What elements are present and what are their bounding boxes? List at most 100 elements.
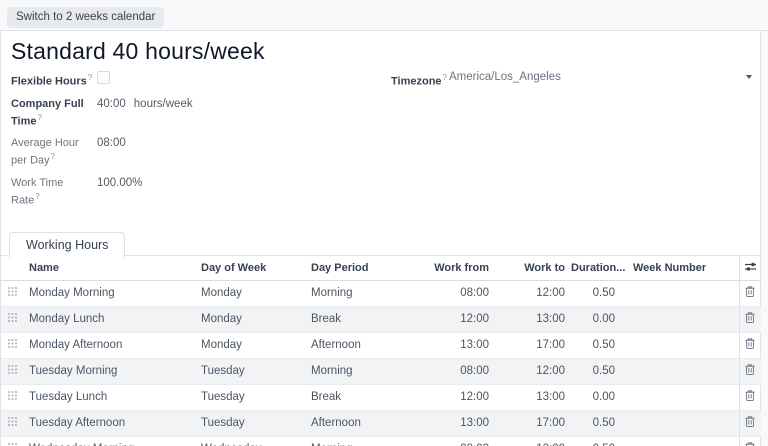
optional-columns-button[interactable] (744, 261, 757, 272)
cell-work-to[interactable]: 13:00 (491, 306, 567, 332)
delete-row-button[interactable] (744, 337, 756, 350)
cell-work-from[interactable]: 08:00 (423, 436, 491, 446)
cell-day-of-week[interactable]: Monday (193, 306, 303, 332)
cell-work-to[interactable]: 17:00 (491, 410, 567, 436)
help-icon: ? (51, 152, 55, 161)
cell-work-from[interactable]: 08:00 (423, 280, 491, 306)
cell-duration[interactable]: 0.00 (567, 306, 617, 332)
trash-icon (744, 337, 756, 350)
row-drag-handle[interactable] (1, 384, 21, 410)
column-header-duration[interactable]: Duration... (567, 256, 617, 281)
cell-name[interactable]: Monday Lunch (21, 306, 193, 332)
column-header-day-period[interactable]: Day Period (303, 256, 423, 281)
delete-row-button[interactable] (744, 441, 756, 446)
cell-day-period[interactable]: Morning (303, 280, 423, 306)
cell-duration[interactable]: 0.50 (567, 332, 617, 358)
table-row[interactable]: Tuesday MorningTuesdayMorning08:0012:000… (1, 358, 761, 384)
cell-week-number[interactable] (617, 384, 739, 410)
column-header-work-from[interactable]: Work from (423, 256, 491, 281)
cell-work-from[interactable]: 12:00 (423, 306, 491, 332)
table-row[interactable]: Monday LunchMondayBreak12:0013:000.00 (1, 306, 761, 332)
row-drag-handle[interactable] (1, 436, 21, 446)
cell-day-of-week[interactable]: Wednesday (193, 436, 303, 446)
field-work-time-rate: Work Time Rate? 100.00% (1, 177, 381, 208)
row-drag-handle[interactable] (1, 410, 21, 436)
cell-duration[interactable]: 0.50 (567, 280, 617, 306)
chevron-down-icon[interactable] (746, 75, 752, 79)
company-full-time-input[interactable]: 40:00 (97, 98, 126, 110)
cell-week-number[interactable] (617, 306, 739, 332)
cell-day-period[interactable]: Break (303, 384, 423, 410)
row-drag-handle[interactable] (1, 332, 21, 358)
column-header-day-of-week[interactable]: Day of Week (193, 256, 303, 281)
cell-work-from[interactable]: 12:00 (423, 384, 491, 410)
cell-day-of-week[interactable]: Monday (193, 332, 303, 358)
column-header-work-to[interactable]: Work to (491, 256, 567, 281)
flexible-hours-label: Flexible Hours? (11, 71, 93, 89)
cell-work-to[interactable]: 13:00 (491, 384, 567, 410)
field-timezone: Timezone? America/Los_Angeles (381, 71, 760, 89)
cell-day-of-week[interactable]: Monday (193, 280, 303, 306)
cell-name[interactable]: Tuesday Morning (21, 358, 193, 384)
help-icon: ? (35, 192, 39, 201)
table-row[interactable]: Tuesday LunchTuesdayBreak12:0013:000.00 (1, 384, 761, 410)
cell-duration[interactable]: 0.50 (567, 436, 617, 446)
row-drag-handle[interactable] (1, 280, 21, 306)
cell-work-from[interactable]: 13:00 (423, 332, 491, 358)
tab-working-hours[interactable]: Working Hours (9, 232, 125, 259)
work-time-rate-label: Work Time Rate? (11, 177, 93, 208)
drag-handle-icon (7, 312, 18, 323)
cell-day-period[interactable]: Morning (303, 436, 423, 446)
cell-day-period[interactable]: Morning (303, 358, 423, 384)
cell-week-number[interactable] (617, 280, 739, 306)
trash-icon (744, 285, 756, 298)
cell-name[interactable]: Monday Afternoon (21, 332, 193, 358)
delete-row-button[interactable] (744, 285, 756, 298)
column-header-name[interactable]: Name (21, 256, 193, 281)
status-bar: Switch to 2 weeks calendar (0, 0, 768, 31)
cell-duration[interactable]: 0.00 (567, 384, 617, 410)
table-row[interactable]: Tuesday AfternoonTuesdayAfternoon13:0017… (1, 410, 761, 436)
cell-week-number[interactable] (617, 358, 739, 384)
delete-row-button[interactable] (744, 389, 756, 402)
row-drag-handle[interactable] (1, 358, 21, 384)
drag-handle-icon (7, 338, 18, 349)
cell-name[interactable]: Tuesday Lunch (21, 384, 193, 410)
cell-week-number[interactable] (617, 410, 739, 436)
table-row[interactable]: Wednesday MorningWednesdayMorning08:0012… (1, 436, 761, 446)
cell-duration[interactable]: 0.50 (567, 358, 617, 384)
cell-work-from[interactable]: 08:00 (423, 358, 491, 384)
cell-week-number[interactable] (617, 436, 739, 446)
timezone-select[interactable]: America/Los_Angeles (449, 71, 561, 84)
cell-day-of-week[interactable]: Tuesday (193, 358, 303, 384)
cell-duration[interactable]: 0.50 (567, 410, 617, 436)
trash-icon (744, 389, 756, 402)
trash-icon (744, 441, 756, 446)
cell-work-to[interactable]: 12:00 (491, 280, 567, 306)
delete-row-button[interactable] (744, 415, 756, 428)
cell-work-from[interactable]: 13:00 (423, 410, 491, 436)
cell-work-to[interactable]: 12:00 (491, 436, 567, 446)
cell-name[interactable]: Wednesday Morning (21, 436, 193, 446)
help-icon: ? (88, 73, 92, 82)
cell-day-period[interactable]: Break (303, 306, 423, 332)
delete-row-button[interactable] (744, 311, 756, 324)
cell-work-to[interactable]: 12:00 (491, 358, 567, 384)
cell-work-to[interactable]: 17:00 (491, 332, 567, 358)
delete-row-button[interactable] (744, 363, 756, 376)
cell-day-of-week[interactable]: Tuesday (193, 384, 303, 410)
trash-icon (744, 363, 756, 376)
switch-two-weeks-button[interactable]: Switch to 2 weeks calendar (7, 7, 164, 28)
cell-day-of-week[interactable]: Tuesday (193, 410, 303, 436)
cell-week-number[interactable] (617, 332, 739, 358)
table-row[interactable]: Monday AfternoonMondayAfternoon13:0017:0… (1, 332, 761, 358)
cell-day-period[interactable]: Afternoon (303, 332, 423, 358)
row-drag-handle[interactable] (1, 306, 21, 332)
table-row[interactable]: Monday MorningMondayMorning08:0012:000.5… (1, 280, 761, 306)
cell-name[interactable]: Monday Morning (21, 280, 193, 306)
flexible-hours-checkbox[interactable] (97, 71, 110, 84)
cell-day-period[interactable]: Afternoon (303, 410, 423, 436)
average-hour-per-day-label: Average Hour per Day? (11, 137, 93, 168)
cell-name[interactable]: Tuesday Afternoon (21, 410, 193, 436)
column-header-week-number[interactable]: Week Number (617, 256, 739, 281)
